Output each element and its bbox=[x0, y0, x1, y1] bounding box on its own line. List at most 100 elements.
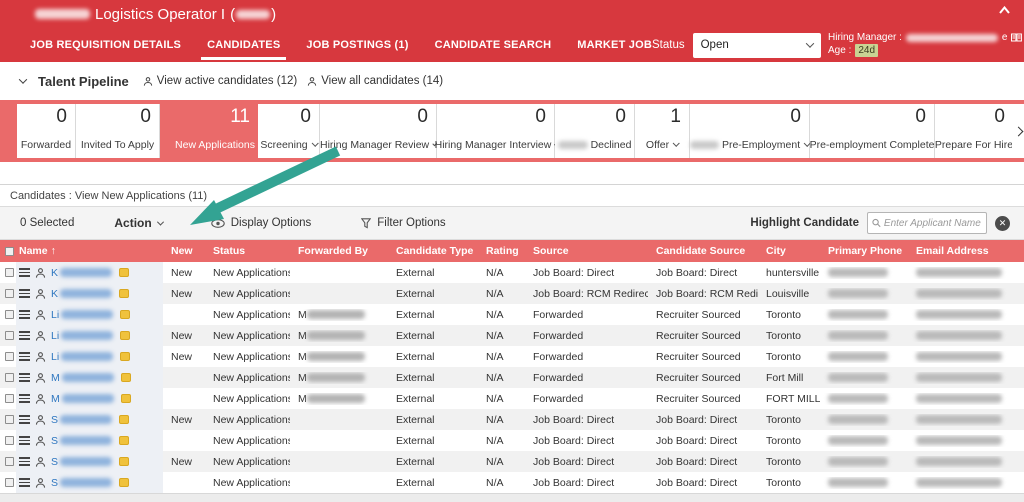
status-select[interactable]: Open bbox=[693, 33, 821, 58]
pipeline-stage-screening[interactable]: 0 Screening bbox=[258, 104, 320, 158]
row-checkbox[interactable] bbox=[0, 436, 16, 445]
column-header-forwarded-by[interactable]: Forwarded By bbox=[290, 245, 388, 257]
pipeline-stage-forwarded[interactable]: 0 Forwarded bbox=[17, 104, 76, 158]
row-menu-icon[interactable] bbox=[19, 331, 30, 340]
candidate-name-link[interactable]: K bbox=[51, 288, 114, 300]
pipeline-stage-new-applications[interactable]: 11 New Applications bbox=[172, 104, 258, 158]
row-menu-icon[interactable] bbox=[19, 478, 30, 487]
candidate-name-link[interactable]: S bbox=[51, 435, 114, 447]
row-checkbox[interactable] bbox=[0, 373, 16, 382]
candidate-name-cell: S bbox=[16, 430, 163, 451]
talent-pipeline-title: Talent Pipeline bbox=[38, 74, 129, 89]
cell-source: Job Board: RCM Redirect bbox=[525, 288, 648, 300]
column-header-email-address[interactable]: Email Address bbox=[908, 245, 1024, 257]
nav-tab-job-postings-1-[interactable]: JOB POSTINGS (1) bbox=[306, 28, 408, 62]
pipeline-stage-hiring-manager-interview[interactable]: 0 Hiring Manager Interview bbox=[437, 104, 555, 158]
row-checkbox[interactable] bbox=[0, 394, 16, 403]
row-checkbox[interactable] bbox=[0, 457, 16, 466]
applicant-name-input[interactable] bbox=[884, 218, 982, 229]
row-checkbox[interactable] bbox=[0, 331, 16, 340]
cell-new: New bbox=[163, 414, 205, 426]
column-header-rating[interactable]: Rating bbox=[478, 245, 525, 257]
redacted-forwarded-by bbox=[307, 394, 365, 403]
person-icon bbox=[35, 267, 46, 279]
stage-label-row: Forwarded bbox=[17, 139, 75, 151]
candidate-name-link[interactable]: M bbox=[51, 372, 116, 384]
redacted-candidate-name bbox=[61, 331, 113, 340]
redacted-req-id bbox=[35, 9, 90, 19]
candidate-name-link[interactable]: Li bbox=[51, 309, 115, 321]
row-checkbox[interactable] bbox=[0, 289, 16, 298]
display-options-button[interactable]: Display Options bbox=[211, 217, 312, 229]
candidate-name-link[interactable]: K bbox=[51, 267, 114, 279]
candidate-name-link[interactable]: Li bbox=[51, 330, 115, 342]
chevron-down-icon[interactable] bbox=[19, 75, 27, 83]
view-all-candidates-link[interactable]: View all candidates (14) bbox=[307, 75, 443, 87]
candidate-name-link[interactable]: S bbox=[51, 477, 114, 489]
column-header-new[interactable]: New bbox=[163, 245, 205, 257]
select-all-checkbox[interactable] bbox=[0, 247, 16, 256]
nav-tab-job-requisition-details[interactable]: JOB REQUISITION DETAILS bbox=[30, 28, 181, 62]
column-header-status[interactable]: Status bbox=[205, 245, 290, 257]
view-active-candidates-link[interactable]: View active candidates (12) bbox=[143, 75, 297, 87]
row-menu-icon[interactable] bbox=[19, 268, 30, 277]
row-checkbox[interactable] bbox=[0, 310, 16, 319]
candidate-name-link[interactable]: Li bbox=[51, 351, 115, 363]
stage-count: 0 bbox=[140, 106, 151, 128]
row-menu-icon[interactable] bbox=[19, 394, 30, 403]
row-checkbox[interactable] bbox=[0, 415, 16, 424]
pipeline-stage-pre-employment-complete[interactable]: 0 Pre-employment Complete bbox=[810, 104, 935, 158]
nav-tab-market-job[interactable]: MARKET JOB bbox=[577, 28, 652, 62]
cell-source: Job Board: Direct bbox=[525, 414, 648, 426]
org-chart-icon[interactable] bbox=[1011, 33, 1022, 42]
row-menu-icon[interactable] bbox=[19, 352, 30, 361]
row-checkbox[interactable] bbox=[0, 268, 16, 277]
row-checkbox[interactable] bbox=[0, 478, 16, 487]
column-header-candidate-source[interactable]: Candidate Source bbox=[648, 245, 758, 257]
row-menu-icon[interactable] bbox=[19, 289, 30, 298]
column-header-primary-phone[interactable]: Primary Phone bbox=[820, 245, 908, 257]
candidate-name-link[interactable]: M bbox=[51, 393, 116, 405]
questionnaire-badge-icon bbox=[119, 415, 129, 424]
chevron-up-icon[interactable] bbox=[999, 6, 1010, 14]
action-menu-button[interactable]: Action bbox=[114, 216, 162, 230]
redacted-candidate-name bbox=[61, 310, 113, 319]
cell-email bbox=[908, 267, 1024, 279]
cell-city: Louisville bbox=[758, 288, 820, 300]
redacted-candidate-name bbox=[60, 415, 112, 424]
row-menu-icon[interactable] bbox=[19, 457, 30, 466]
nav-tab-candidates[interactable]: CANDIDATES bbox=[207, 28, 280, 62]
pipeline-stage-invited-to-apply[interactable]: 0 Invited To Apply bbox=[76, 104, 160, 158]
cell-candidate-source: Job Board: Direct bbox=[648, 435, 758, 447]
column-header-name[interactable]: Name↑ bbox=[16, 245, 163, 257]
cell-candidate-source: Recruiter Sourced bbox=[648, 309, 758, 321]
row-menu-icon[interactable] bbox=[19, 436, 30, 445]
pipeline-scroll-right[interactable] bbox=[1012, 104, 1024, 158]
pipeline-stage-offer[interactable]: 1 Offer bbox=[635, 104, 690, 158]
cell-source: Forwarded bbox=[525, 393, 648, 405]
redacted-phone bbox=[828, 478, 888, 487]
column-header-candidate-type[interactable]: Candidate Type bbox=[388, 245, 478, 257]
column-header-source[interactable]: Source bbox=[525, 245, 648, 257]
row-menu-icon[interactable] bbox=[19, 310, 30, 319]
pipeline-stage-hiring-manager-review[interactable]: 0 Hiring Manager Review bbox=[320, 104, 437, 158]
redacted-candidate-name bbox=[60, 436, 112, 445]
cell-rating: N/A bbox=[478, 435, 525, 447]
candidate-name-link[interactable]: S bbox=[51, 456, 114, 468]
nav-tab-candidate-search[interactable]: CANDIDATE SEARCH bbox=[435, 28, 552, 62]
table-body: K New New Applications External N/A Job … bbox=[0, 262, 1024, 493]
pipeline-stage-declined[interactable]: 0 Declined bbox=[555, 104, 635, 158]
pipeline-stage-prepare-for-hire[interactable]: 0 Prepare For Hire bbox=[935, 104, 1014, 158]
clear-search-button[interactable]: ✕ bbox=[995, 216, 1010, 231]
stage-label-row: Prepare For Hire bbox=[935, 139, 1013, 151]
questionnaire-badge-icon bbox=[119, 268, 129, 277]
selected-count: 0 Selected bbox=[20, 217, 74, 229]
row-menu-icon[interactable] bbox=[19, 415, 30, 424]
column-header-city[interactable]: City bbox=[758, 245, 820, 257]
candidate-name-link[interactable]: S bbox=[51, 414, 114, 426]
row-menu-icon[interactable] bbox=[19, 373, 30, 382]
filter-options-button[interactable]: Filter Options bbox=[361, 217, 445, 229]
pipeline-stage-pre-employment[interactable]: 0 Pre-Employment bbox=[690, 104, 810, 158]
stage-label: Hiring Manager Review bbox=[320, 139, 429, 151]
row-checkbox[interactable] bbox=[0, 352, 16, 361]
